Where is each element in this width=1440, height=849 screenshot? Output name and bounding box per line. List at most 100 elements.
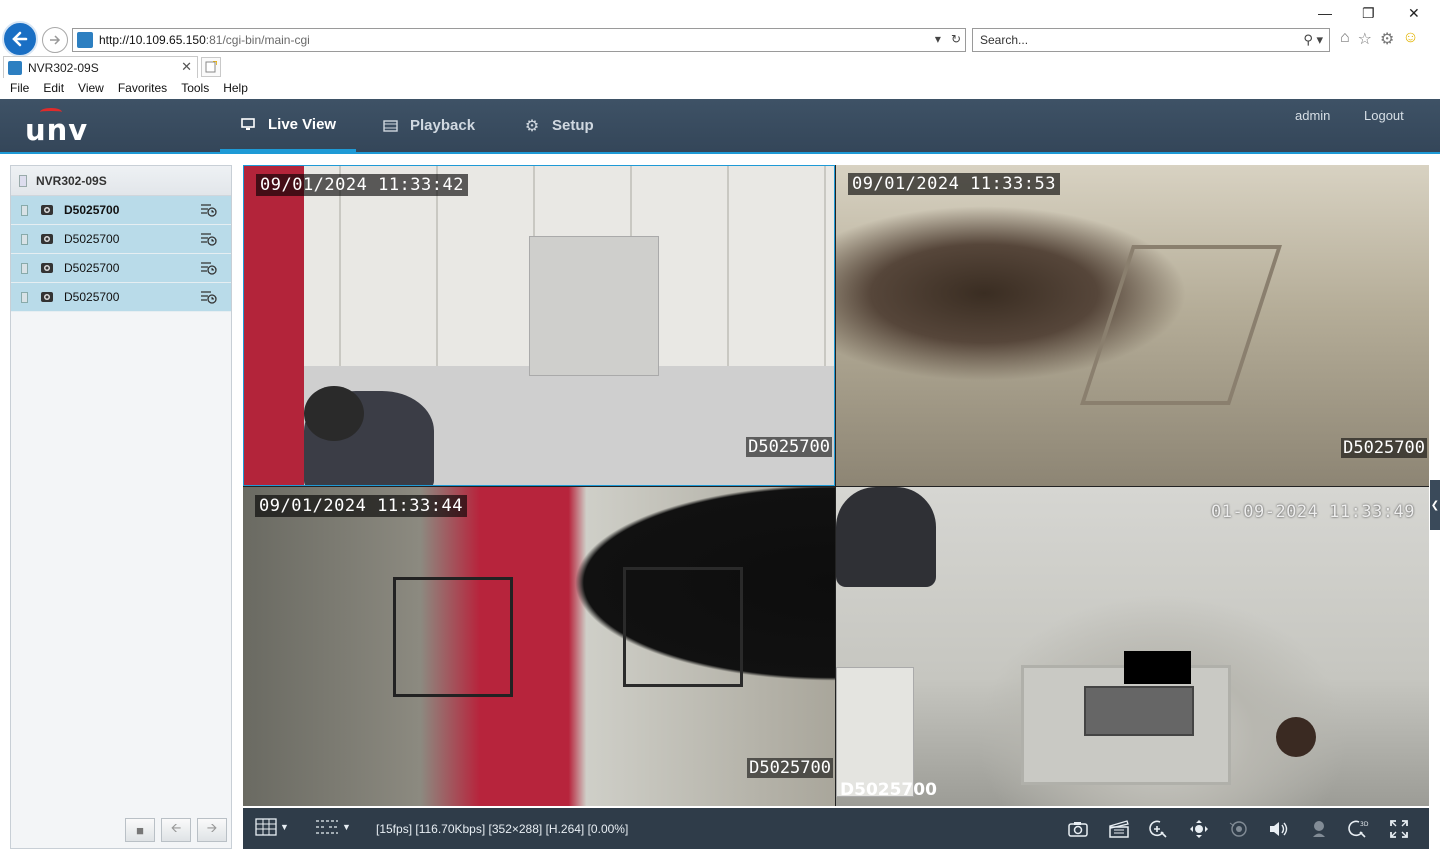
3d-positioning-icon[interactable]: 3D: [1347, 819, 1369, 839]
tab-close-icon[interactable]: ✕: [181, 59, 192, 75]
menu-favorites[interactable]: Favorites: [118, 79, 167, 99]
recording-status-icon[interactable]: [199, 261, 217, 278]
microphone-icon[interactable]: [1309, 819, 1331, 839]
camera-name: D5025700: [64, 203, 120, 217]
tab-live-view[interactable]: Live View: [220, 99, 357, 152]
menu-edit[interactable]: Edit: [43, 79, 64, 99]
tab-setup[interactable]: ⚙ Setup: [524, 99, 594, 152]
device-tree-root[interactable]: NVR302-09S: [11, 166, 231, 196]
gear-icon: ⚙: [524, 117, 540, 135]
chevron-down-icon: ▼: [280, 822, 289, 832]
screen-layout-button[interactable]: ▼: [255, 818, 289, 836]
film-icon: [382, 118, 398, 134]
channel-status-icon: [21, 233, 28, 245]
camera-icon: [39, 290, 55, 304]
nvr-device-icon: [19, 174, 27, 187]
arrow-left-icon: 🡨: [170, 820, 182, 835]
wall-panel: [836, 667, 914, 797]
chair-figure: [623, 567, 743, 687]
camera-icon: [39, 203, 55, 217]
search-icon[interactable]: ⚲ ▾: [1303, 32, 1323, 48]
cabinet-object: [529, 236, 659, 376]
stream-icon: [316, 820, 338, 834]
video-tile-2[interactable]: 09/01/2024 11:33:53 D5025700: [836, 165, 1429, 486]
menu-view[interactable]: View: [78, 79, 104, 99]
video-tile-4[interactable]: 01-09-2024 11:33:49 D5025700: [836, 487, 1429, 806]
camera-row[interactable]: D5025700: [11, 254, 231, 283]
video-tile-1[interactable]: 09/01/2024 11:33:42 D5025700: [243, 165, 835, 486]
home-icon[interactable]: ⌂: [1340, 29, 1350, 49]
logout-link[interactable]: Logout: [1364, 108, 1404, 123]
live-video-grid: 09/01/2024 11:33:42 D5025700 09/01/2024 …: [243, 165, 1429, 806]
device-tree-panel: NVR302-09S D5025700 D5025700 D5025700 D5…: [10, 165, 232, 849]
arrow-right-icon: 🡪: [206, 820, 218, 835]
svg-text:3D: 3D: [1360, 821, 1369, 828]
menu-help[interactable]: Help: [223, 79, 248, 99]
camera-row[interactable]: D5025700: [11, 283, 231, 312]
person-figure: [836, 487, 936, 587]
person-head: [304, 386, 364, 441]
tab-playback[interactable]: Playback: [382, 99, 475, 152]
video-camera-label: D5025700: [840, 780, 937, 800]
camera-row[interactable]: D5025700: [11, 196, 231, 225]
camera-name: D5025700: [64, 290, 120, 304]
video-timestamp: 09/01/2024 11:33:44: [255, 495, 467, 517]
camera-row[interactable]: D5025700: [11, 225, 231, 254]
refresh-icon[interactable]: ↻: [951, 32, 961, 46]
channel-status-icon: [21, 262, 28, 274]
dropdown-icon[interactable]: ▾: [935, 32, 941, 46]
minimize-icon[interactable]: —: [1318, 5, 1332, 21]
chevron-left-icon: ❮: [1430, 499, 1440, 511]
video-camera-label: D5025700: [747, 758, 833, 778]
tab-setup-label: Setup: [552, 117, 594, 134]
recording-status-icon[interactable]: [199, 203, 217, 220]
previous-page-button[interactable]: 🡨: [161, 818, 191, 842]
settings-gear-icon[interactable]: ⚙: [1380, 29, 1394, 49]
stream-type-button[interactable]: ▼: [315, 818, 351, 836]
device-name: NVR302-09S: [36, 173, 107, 188]
new-tab-button[interactable]: [201, 57, 221, 77]
favorites-star-icon[interactable]: ☆: [1358, 29, 1372, 49]
tab-bar: NVR302-09S ✕: [0, 56, 1440, 78]
camera-name: D5025700: [64, 232, 120, 246]
next-page-button[interactable]: 🡪: [197, 818, 227, 842]
video-timestamp: 01-09-2024 11:33:49: [1211, 502, 1415, 522]
record-clapper-icon[interactable]: [1108, 819, 1130, 839]
restore-icon[interactable]: ❐: [1362, 5, 1375, 22]
chair-figure: [393, 577, 513, 697]
browser-chrome: — ❐ ✕ http://10.109.65.150:81/cgi-bin/ma…: [0, 0, 1440, 99]
camera-icon: [39, 261, 55, 275]
fullscreen-icon[interactable]: [1388, 819, 1410, 839]
smiley-feedback-icon[interactable]: ☺: [1402, 29, 1418, 49]
collapse-panel-button[interactable]: ❮: [1430, 480, 1440, 530]
camera-name: D5025700: [64, 261, 120, 275]
close-window-icon[interactable]: ✕: [1408, 5, 1420, 22]
tab-playback-label: Playback: [410, 117, 476, 134]
recording-status-icon[interactable]: [199, 290, 217, 307]
ptz-control-icon[interactable]: [1188, 819, 1210, 839]
search-input[interactable]: Search... ⚲ ▾: [972, 28, 1330, 52]
forward-button[interactable]: [42, 27, 68, 53]
video-tile-3[interactable]: 09/01/2024 11:33:44 D5025700: [243, 487, 835, 806]
stop-all-button[interactable]: ■: [125, 818, 155, 842]
address-bar[interactable]: http://10.109.65.150:81/cgi-bin/main-cgi…: [72, 28, 966, 52]
tab-title: NVR302-09S: [28, 60, 99, 75]
menu-file[interactable]: File: [10, 79, 29, 99]
recording-status-icon[interactable]: [199, 232, 217, 249]
live-toolbar: ▼ ▼ [15fps] [116.70Kbps] [352×288] [H.26…: [243, 808, 1429, 849]
menu-tools[interactable]: Tools: [181, 79, 209, 99]
digital-zoom-icon[interactable]: [1147, 819, 1169, 839]
browser-tab[interactable]: NVR302-09S ✕: [3, 56, 198, 78]
video-camera-label: D5025700: [746, 437, 832, 457]
menu-bar: File Edit View Favorites Tools Help: [0, 79, 252, 99]
redaction-box: [1124, 651, 1191, 684]
snapshot-camera-icon[interactable]: [1067, 819, 1089, 839]
booth-frame: [1080, 245, 1282, 405]
audio-speaker-icon[interactable]: [1268, 819, 1290, 839]
back-button[interactable]: [2, 21, 38, 57]
fisheye-icon[interactable]: [1228, 819, 1250, 839]
new-tab-icon: [205, 61, 217, 73]
unv-logo: unv: [25, 113, 89, 147]
user-name[interactable]: admin: [1295, 108, 1330, 123]
address-url: http://10.109.65.150:81/cgi-bin/main-cgi: [99, 33, 310, 47]
